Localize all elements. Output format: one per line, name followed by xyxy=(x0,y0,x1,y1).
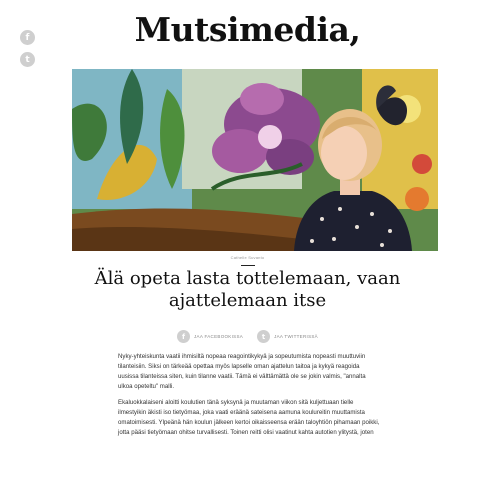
hero-image xyxy=(72,69,438,251)
share-twitter-button[interactable]: t JAA TWITTERISSÄ xyxy=(257,330,318,343)
share-row: f JAA FACEBOOKISSA t JAA TWITTERISSÄ xyxy=(0,330,495,343)
facebook-icon[interactable]: f xyxy=(20,30,35,45)
share-facebook-button[interactable]: f JAA FACEBOOKISSA xyxy=(176,330,244,343)
twitter-icon: t xyxy=(257,330,271,343)
twitter-icon[interactable]: t xyxy=(20,52,35,67)
title-divider xyxy=(241,265,255,266)
site-logo[interactable]: Mutsimedia, xyxy=(0,10,495,49)
hero-illustration xyxy=(72,69,438,251)
share-facebook-label: JAA FACEBOOKISSA xyxy=(193,334,244,339)
article-paragraph: Ekaluokkalaiseni aloitti koulutien tänä … xyxy=(118,399,380,436)
facebook-icon: f xyxy=(176,330,190,343)
article-body: Nyky-yhteiskunta vaatii ihmisiltä nopeaa… xyxy=(118,352,380,444)
image-caption: Cathelle Suvanto xyxy=(230,255,265,260)
article-paragraph: Nyky-yhteiskunta vaatii ihmisiltä nopeaa… xyxy=(118,353,366,390)
article-title: Älä opeta lasta tottelemaan, vaan ajatte… xyxy=(94,268,401,311)
sidebar-share: f t xyxy=(20,30,35,74)
share-twitter-label: JAA TWITTERISSÄ xyxy=(274,334,318,339)
